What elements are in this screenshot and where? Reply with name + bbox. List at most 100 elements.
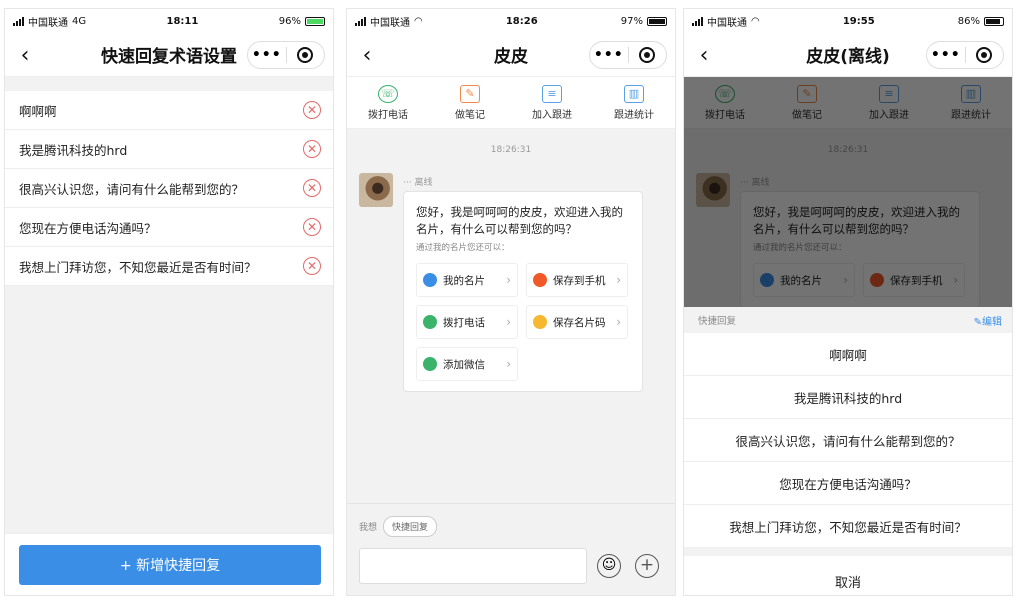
action-follow[interactable]: ≡ 加入跟进	[511, 77, 593, 128]
chevron-right-icon: ›	[506, 273, 511, 287]
add-quick-reply-button[interactable]: + 新增快捷回复	[19, 545, 321, 585]
clock: 19:55	[842, 15, 875, 27]
message-input[interactable]	[359, 548, 587, 584]
delete-icon[interactable]: ✕	[303, 101, 321, 119]
message-text: 您好，我是呵呵呵的皮皮，欢迎进入我的名片，有什么可以帮到您的吗？	[416, 205, 623, 236]
quick-hint-row: 我想 快捷回复	[359, 516, 438, 537]
back-icon[interactable]: ‹	[357, 43, 377, 68]
battery-percent: 97%	[620, 15, 643, 27]
option-add-wechat[interactable]: 添加微信 ›	[416, 347, 518, 381]
nav-bar: ‹ 皮皮 •••	[347, 33, 675, 77]
action-stats[interactable]: ▥ 跟进统计	[593, 77, 675, 128]
wechat-icon	[423, 357, 437, 371]
nav-bar: ‹ 快速回复术语设置 •••	[5, 33, 333, 77]
chevron-right-icon: ›	[506, 315, 511, 329]
stats-icon: ▥	[624, 84, 644, 103]
action-call[interactable]: ☏ 拨打电话	[347, 77, 429, 128]
battery-icon	[647, 16, 667, 26]
list-item: 您现在方便电话沟通吗？ ✕	[5, 208, 333, 247]
back-icon[interactable]: ‹	[15, 43, 35, 68]
list-item-text: 您现在方便电话沟通吗？	[19, 220, 157, 236]
delete-icon[interactable]: ✕	[303, 257, 321, 275]
close-target-icon[interactable]	[629, 47, 667, 63]
quick-reply-sheet: 快捷回复 ✎编辑 啊啊啊 我是腾讯科技的hrd 很高兴认识您，请问有什么能帮到您…	[684, 307, 1012, 595]
emoji-icon[interactable]: ☺	[597, 554, 621, 578]
delete-icon[interactable]: ✕	[303, 140, 321, 158]
more-icon[interactable]: •••	[927, 47, 965, 63]
chevron-right-icon: ›	[616, 315, 621, 329]
quick-reply-option[interactable]: 啊啊啊	[684, 333, 1012, 376]
quick-reply-option[interactable]: 我想上门拜访您，不知您最近是否有时间？	[684, 505, 1012, 548]
modal-backdrop[interactable]	[684, 77, 1012, 307]
divider	[684, 548, 1012, 556]
list-item: 很高兴认识您，请问有什么能帮到您的？ ✕	[5, 169, 333, 208]
phone-screen-chat: 中国联通 ◠ 18:26 97% ‹ 皮皮 ••• ☏ 拨打电话 ✎ 做笔记 ≡ 加入跟…	[346, 8, 676, 596]
carrier-label: 中国联通	[707, 17, 747, 29]
quick-reply-chip[interactable]: 快捷回复	[383, 516, 438, 537]
chevron-right-icon: ›	[506, 357, 511, 371]
nav-bar: ‹ 皮皮(离线) •••	[684, 33, 1012, 77]
option-label: 保存到手机	[553, 274, 606, 287]
action-label: 做笔记	[455, 109, 485, 121]
sheet-header: 快捷回复 ✎编辑	[684, 307, 1012, 333]
signal-icon	[355, 16, 366, 26]
edit-button[interactable]: ✎编辑	[974, 313, 1002, 328]
list-item: 我想上门拜访您，不知您最近是否有时间？ ✕	[5, 247, 333, 286]
phone-screen-chat-quick-reply-sheet: 中国联通◠ 19:55 86% ‹ 皮皮(离线) ••• ☏拨打电话 ✎做笔记 …	[683, 8, 1013, 596]
battery-icon	[984, 16, 1004, 26]
option-my-card[interactable]: 我的名片 ›	[416, 263, 518, 297]
phone-icon: ☏	[378, 84, 398, 103]
message-bubble: 您好，我是呵呵呵的皮皮，欢迎进入我的名片，有什么可以帮到您的吗？ 通过我的名片您…	[403, 191, 643, 392]
more-icon[interactable]: •••	[590, 47, 628, 63]
mini-program-capsule: •••	[247, 41, 325, 69]
save-icon	[533, 273, 547, 287]
message-subhint: 通过我的名片您还可以：	[416, 243, 510, 253]
input-bar: 我想 快捷回复 ☺ +	[347, 503, 675, 595]
cancel-button[interactable]: 取消	[684, 556, 1012, 595]
action-label: 拨打电话	[368, 109, 408, 121]
action-note[interactable]: ✎ 做笔记	[429, 77, 511, 128]
more-icon[interactable]: •••	[248, 47, 286, 63]
battery-percent: 86%	[957, 15, 980, 27]
status-bar: 中国联通 4G 18:11 96%	[5, 9, 333, 33]
list-item-text: 很高兴认识您，请问有什么能帮到您的？	[19, 181, 245, 197]
avatar[interactable]	[359, 173, 393, 207]
qrcode-icon	[533, 315, 547, 329]
signal-icon	[13, 16, 24, 26]
mini-program-capsule: •••	[926, 41, 1004, 69]
option-call[interactable]: 拨打电话 ›	[416, 305, 518, 339]
back-icon[interactable]: ‹	[694, 43, 714, 68]
battery-percent: 96%	[278, 15, 301, 27]
pencil-icon: ✎	[973, 316, 982, 328]
mini-program-capsule: •••	[589, 41, 667, 69]
close-target-icon[interactable]	[287, 47, 325, 63]
follow-icon: ≡	[542, 84, 562, 103]
sender-status: ··· 离线	[403, 178, 433, 188]
note-icon: ✎	[460, 84, 480, 103]
option-save-phone[interactable]: 保存到手机 ›	[526, 263, 628, 297]
quick-reply-option[interactable]: 您现在方便电话沟通吗？	[684, 462, 1012, 505]
close-target-icon[interactable]	[966, 47, 1004, 63]
option-label: 保存名片码	[553, 316, 606, 329]
network-label: 4G	[72, 15, 87, 27]
list-item-text: 我想上门拜访您，不知您最近是否有时间？	[19, 259, 257, 275]
sheet-title: 快捷回复	[698, 316, 737, 327]
plus-icon[interactable]: +	[635, 554, 659, 578]
option-save-code[interactable]: 保存名片码 ›	[526, 305, 628, 339]
status-bar: 中国联通 ◠ 18:26 97%	[347, 9, 675, 33]
delete-icon[interactable]: ✕	[303, 218, 321, 236]
quick-reply-option[interactable]: 我是腾讯科技的hrd	[684, 376, 1012, 419]
action-bar: ☏ 拨打电话 ✎ 做笔记 ≡ 加入跟进 ▥ 跟进统计	[347, 77, 675, 129]
carrier-label: 中国联通	[28, 17, 68, 29]
delete-icon[interactable]: ✕	[303, 179, 321, 197]
list-item-text: 我是腾讯科技的hrd	[19, 142, 128, 158]
option-label: 拨打电话	[443, 316, 485, 329]
wifi-icon: ◠	[751, 15, 760, 27]
list-item: 我是腾讯科技的hrd ✕	[5, 130, 333, 169]
chevron-right-icon: ›	[616, 273, 621, 287]
option-label: 添加微信	[443, 358, 485, 371]
clock: 18:26	[505, 15, 538, 27]
quick-reply-option[interactable]: 很高兴认识您，请问有什么能帮到您的？	[684, 419, 1012, 462]
carrier-label: 中国联通	[370, 17, 410, 29]
wifi-icon: ◠	[414, 15, 423, 27]
